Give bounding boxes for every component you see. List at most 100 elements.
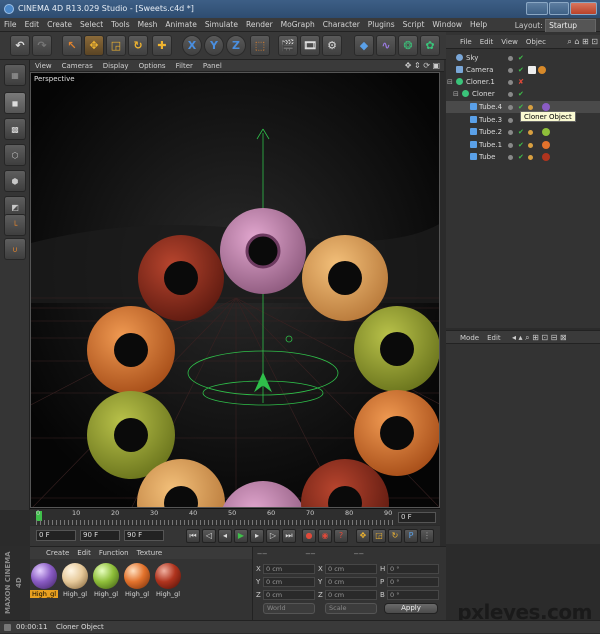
coord-mode-dropdown[interactable]: World bbox=[263, 603, 315, 614]
axis-mode-icon[interactable]: └ bbox=[4, 214, 26, 236]
z-axis-icon[interactable]: Z bbox=[226, 35, 246, 56]
edges-mode-icon[interactable]: ⬢ bbox=[4, 170, 26, 192]
expand-icon[interactable]: ⊟ bbox=[447, 76, 453, 88]
preview-end-field[interactable]: 90 F bbox=[124, 530, 164, 541]
material-tag-icon[interactable] bbox=[542, 103, 550, 111]
material-tag-icon[interactable] bbox=[542, 153, 550, 161]
mat-menu-function[interactable]: Function bbox=[95, 547, 133, 559]
texture-mode-icon[interactable]: ▩ bbox=[4, 118, 26, 140]
am-menu-mode[interactable]: Mode bbox=[456, 331, 483, 345]
visibility-dot[interactable] bbox=[508, 56, 513, 61]
menu-file[interactable]: File bbox=[0, 18, 21, 32]
object-row-cloner-1[interactable]: ⊟ Cloner.1 ✘ bbox=[446, 76, 600, 88]
om-menu-view[interactable]: View bbox=[497, 35, 522, 49]
close-button[interactable] bbox=[570, 2, 597, 15]
menu-render[interactable]: Render bbox=[242, 18, 277, 32]
material-swatch-4[interactable] bbox=[124, 563, 150, 589]
om-menu-objects[interactable]: Objec bbox=[522, 35, 550, 49]
menu-select[interactable]: Select bbox=[76, 18, 107, 32]
viewport-menu-panel[interactable]: Panel bbox=[198, 60, 227, 72]
viewport-menu-filter[interactable]: Filter bbox=[171, 60, 198, 72]
step-forward-icon[interactable]: ▸ bbox=[250, 529, 264, 543]
am-menu-edit[interactable]: Edit bbox=[483, 331, 505, 345]
menu-create[interactable]: Create bbox=[43, 18, 76, 32]
rotate-icon[interactable]: ↻ bbox=[128, 35, 148, 56]
step-back-icon[interactable]: ◂ bbox=[218, 529, 232, 543]
nurbs-icon[interactable]: ❂ bbox=[398, 35, 418, 56]
viewport-menu-display[interactable]: Display bbox=[98, 60, 134, 72]
play-icon[interactable]: ▶ bbox=[234, 529, 248, 543]
visibility-dot[interactable] bbox=[508, 92, 513, 97]
spline-icon[interactable]: ∿ bbox=[376, 35, 396, 56]
visibility-dot[interactable] bbox=[508, 80, 513, 85]
next-key-icon[interactable]: ▷ bbox=[266, 529, 280, 543]
keyframe-selection-icon[interactable]: ? bbox=[334, 529, 348, 543]
cube-icon[interactable]: ◆ bbox=[354, 35, 374, 56]
phong-tag-icon[interactable] bbox=[528, 130, 533, 135]
redo-icon[interactable]: ↷ bbox=[32, 35, 52, 56]
points-mode-icon[interactable]: ⬡ bbox=[4, 144, 26, 166]
x-axis-icon[interactable]: X bbox=[182, 35, 202, 56]
om-menu-edit[interactable]: Edit bbox=[476, 35, 498, 49]
visibility-dot[interactable] bbox=[508, 105, 513, 110]
snap-magnet-icon[interactable]: ∪ bbox=[4, 238, 26, 260]
move-icon[interactable]: ✥ bbox=[84, 35, 104, 56]
rot-b-field[interactable]: 0 ° bbox=[387, 590, 439, 600]
material-swatch-2[interactable] bbox=[62, 563, 88, 589]
check-icon[interactable]: ✔ bbox=[518, 139, 524, 151]
timeline-ruler[interactable]: 0 10 20 30 40 50 60 70 80 90 0 F bbox=[30, 508, 440, 525]
object-row-sky[interactable]: Sky ✔ bbox=[446, 52, 600, 64]
last-tool-icon[interactable]: ✚ bbox=[152, 35, 172, 56]
scale-icon[interactable]: ◲ bbox=[106, 35, 126, 56]
om-menu-file[interactable]: File bbox=[456, 35, 476, 49]
mat-menu-edit[interactable]: Edit bbox=[73, 547, 95, 559]
key-pla-icon[interactable]: ⋮ bbox=[420, 529, 434, 543]
size-x-field[interactable]: 0 cm bbox=[325, 564, 377, 574]
visibility-dot[interactable] bbox=[508, 68, 513, 73]
start-frame-field[interactable]: 0 F bbox=[36, 530, 76, 541]
menu-tools[interactable]: Tools bbox=[107, 18, 133, 32]
key-rotation-icon[interactable]: ↻ bbox=[388, 529, 402, 543]
check-icon[interactable]: ✔ bbox=[518, 151, 524, 163]
check-icon[interactable]: ✔ bbox=[518, 52, 524, 64]
apply-button[interactable]: Apply bbox=[384, 603, 438, 614]
protection-tag-icon[interactable] bbox=[538, 66, 546, 74]
render-view-icon[interactable]: 🎬 bbox=[278, 35, 298, 56]
live-select-icon[interactable]: ↖ bbox=[62, 35, 82, 56]
mat-menu-texture[interactable]: Texture bbox=[133, 547, 167, 559]
mat-menu-create[interactable]: Create bbox=[42, 547, 73, 559]
key-scale-icon[interactable]: ◲ bbox=[372, 529, 386, 543]
key-param-icon[interactable]: P bbox=[404, 529, 418, 543]
am-nav-icons[interactable]: ◂ ▴ ⌕ ⊞ ⊡ ⊟ ⊠ bbox=[512, 331, 567, 345]
layout-selector[interactable]: Layout: Startup bbox=[515, 19, 596, 33]
coord-size-mode-dropdown[interactable]: Scale bbox=[325, 603, 377, 614]
goto-start-icon[interactable]: ⏮ bbox=[186, 529, 200, 543]
menu-edit[interactable]: Edit bbox=[21, 18, 44, 32]
phong-tag-icon[interactable] bbox=[528, 143, 533, 148]
render-settings-icon[interactable]: ⚙ bbox=[322, 35, 342, 56]
viewport-menu-view[interactable]: View bbox=[30, 60, 57, 72]
material-label-2[interactable]: High_gl bbox=[61, 590, 89, 598]
viewport-nav-icons[interactable]: ✥ ⇕ ⟳ ▣ bbox=[405, 60, 440, 72]
viewport-menu-cameras[interactable]: Cameras bbox=[57, 60, 98, 72]
menu-character[interactable]: Character bbox=[319, 18, 364, 32]
check-icon[interactable]: ✔ bbox=[518, 126, 524, 138]
phong-tag-icon[interactable] bbox=[528, 155, 533, 160]
material-swatch-3[interactable] bbox=[93, 563, 119, 589]
menu-animate[interactable]: Animate bbox=[161, 18, 200, 32]
object-row-tube-2[interactable]: Tube.2 ✔ bbox=[446, 126, 600, 138]
object-row-cloner[interactable]: ⊟ Cloner ✔ bbox=[446, 88, 600, 100]
layout-dropdown[interactable]: Startup bbox=[545, 19, 596, 33]
menu-simulate[interactable]: Simulate bbox=[201, 18, 242, 32]
end-frame-field[interactable]: 90 F bbox=[80, 530, 120, 541]
menu-mesh[interactable]: Mesh bbox=[134, 18, 162, 32]
material-label-1[interactable]: High_gl bbox=[30, 590, 58, 598]
prev-key-icon[interactable]: ◁ bbox=[202, 529, 216, 543]
visibility-dot[interactable] bbox=[508, 143, 513, 148]
phong-tag-icon[interactable] bbox=[528, 105, 533, 110]
undo-icon[interactable]: ↶ bbox=[10, 35, 30, 56]
minimize-button[interactable] bbox=[526, 2, 548, 15]
object-row-camera[interactable]: Camera ✔ bbox=[446, 64, 600, 76]
material-swatch-1[interactable] bbox=[31, 563, 57, 589]
object-row-tube-1[interactable]: Tube.1 ✔ bbox=[446, 139, 600, 151]
